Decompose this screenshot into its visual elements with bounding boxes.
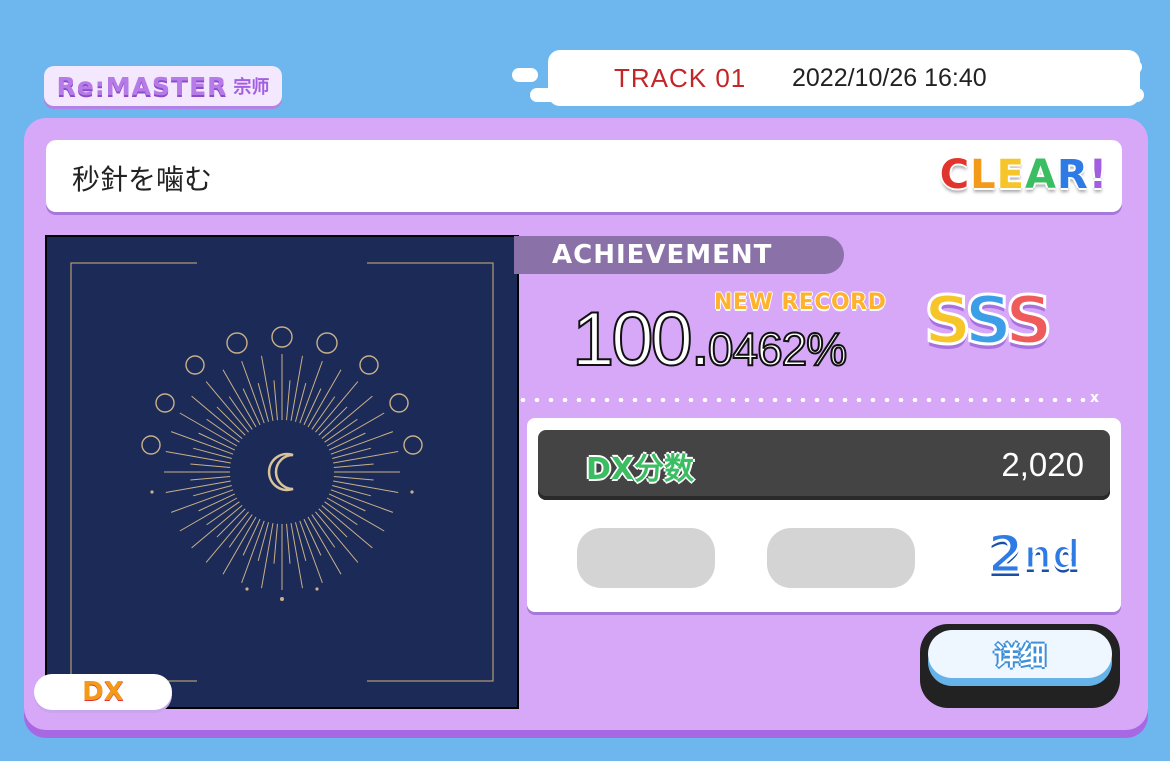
clear-letter: A xyxy=(1024,152,1057,198)
rank-letter: S xyxy=(963,281,1011,361)
difficulty-name: Re:MASTER xyxy=(56,71,228,101)
dx-score-label: DX分数 xyxy=(586,452,695,487)
track-number: TRACK 01 xyxy=(614,62,747,93)
detail-button[interactable]: 详细 xyxy=(920,624,1120,708)
chart-type-badge: DX xyxy=(34,674,172,710)
clear-badge: CLEAR! xyxy=(940,152,1108,198)
track-info: TRACK 01 2022/10/26 16:40 xyxy=(548,50,1140,106)
dx-score-value: 2,020 xyxy=(1001,446,1084,483)
song-title: 秒針を噛む xyxy=(72,163,213,196)
placement-number: 2 xyxy=(986,524,1025,587)
dotted-divider xyxy=(516,398,1096,402)
achievement-header: ACHIEVEMENT xyxy=(514,236,844,274)
achievement-integer: 100. xyxy=(571,296,712,383)
detail-button-label[interactable]: 详细 xyxy=(928,630,1112,678)
rank-badge: SSS xyxy=(923,281,1055,361)
difficulty-sub: 宗师 xyxy=(233,77,270,98)
clear-letter: L xyxy=(970,152,997,198)
rank-letter: S xyxy=(923,281,971,361)
play-datetime: 2022/10/26 16:40 xyxy=(792,63,987,92)
achievement-rate: 100.0462% xyxy=(571,296,848,383)
rank-letter: S xyxy=(1004,281,1054,361)
clear-letter: R xyxy=(1056,152,1089,198)
result-panel: 秒針を噛む CLEAR! DX ACHIEVEMENT NEW RECORD 1… xyxy=(24,118,1148,730)
clear-letter: E xyxy=(996,152,1025,198)
dx-score-panel: DX分数 2,020 2nd xyxy=(527,418,1121,612)
achievement-label: ACHIEVEMENT xyxy=(552,240,773,270)
divider-mark: x xyxy=(1090,390,1100,406)
dx-score-bar: DX分数 2,020 xyxy=(538,430,1110,500)
cover-art xyxy=(45,235,519,709)
combo-badge-inactive xyxy=(577,528,715,588)
placement-suffix: nd xyxy=(1022,531,1082,580)
difficulty-badge: Re:MASTER 宗师 xyxy=(44,66,282,106)
song-title-bar: 秒針を噛む CLEAR! xyxy=(46,140,1122,212)
clear-letter: ! xyxy=(1088,152,1108,198)
cover-art-image xyxy=(47,237,517,707)
placement-badge: 2nd xyxy=(969,518,1099,592)
achievement-decimal: 0462% xyxy=(707,322,848,376)
clear-letter: C xyxy=(939,152,971,198)
cloud-shape xyxy=(512,68,538,82)
sync-badge-inactive xyxy=(767,528,915,588)
